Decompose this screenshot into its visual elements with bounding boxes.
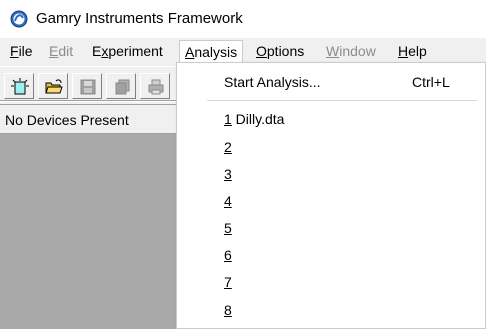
- save-icon: [80, 79, 96, 95]
- start-analysis-item[interactable]: Start Analysis...: [224, 73, 320, 91]
- print-icon: [148, 79, 164, 95]
- recent-file-5[interactable]: 5: [224, 219, 232, 237]
- new-button[interactable]: [4, 73, 34, 99]
- analysis-menu-dropdown: Start Analysis... Ctrl+L 1 Dilly.dta 2 3…: [176, 62, 486, 329]
- toolbar-divider: [0, 100, 180, 102]
- recent-file-4[interactable]: 4: [224, 192, 232, 210]
- menu-options[interactable]: Options: [256, 42, 304, 60]
- device-status-label: No Devices Present: [5, 112, 129, 128]
- toolbar: [0, 66, 180, 100]
- save-button[interactable]: [72, 73, 102, 99]
- menu-edit[interactable]: Edit: [49, 42, 73, 60]
- menu-help[interactable]: Help: [398, 42, 427, 60]
- title-bar: Gamry Instruments Framework: [0, 0, 486, 38]
- menu-bar: File Edit Experiment Analysis Options Wi…: [0, 38, 486, 65]
- copy-button[interactable]: [106, 73, 136, 99]
- recent-file-7[interactable]: 7: [224, 273, 232, 291]
- recent-file-1[interactable]: 1 Dilly.dta: [224, 110, 284, 128]
- recent-file-8[interactable]: 8: [224, 301, 232, 319]
- new-icon: [11, 78, 29, 95]
- recent-file-2[interactable]: 2: [224, 138, 232, 156]
- menu-separator: [207, 100, 477, 101]
- open-button[interactable]: [38, 73, 68, 99]
- gamry-app-icon: [10, 10, 28, 28]
- open-folder-icon: [45, 79, 63, 94]
- start-analysis-shortcut: Ctrl+L: [412, 74, 450, 90]
- menu-file[interactable]: File: [10, 42, 33, 60]
- menu-window[interactable]: Window: [326, 42, 376, 60]
- recent-file-6[interactable]: 6: [224, 246, 232, 264]
- copy-icon: [115, 79, 130, 95]
- recent-file-3[interactable]: 3: [224, 165, 232, 183]
- print-button[interactable]: [140, 73, 170, 99]
- window-title: Gamry Instruments Framework: [36, 10, 243, 27]
- device-list-header: No Devices Present: [0, 104, 180, 134]
- menu-experiment[interactable]: Experiment: [92, 42, 163, 60]
- device-list-area[interactable]: [0, 134, 180, 329]
